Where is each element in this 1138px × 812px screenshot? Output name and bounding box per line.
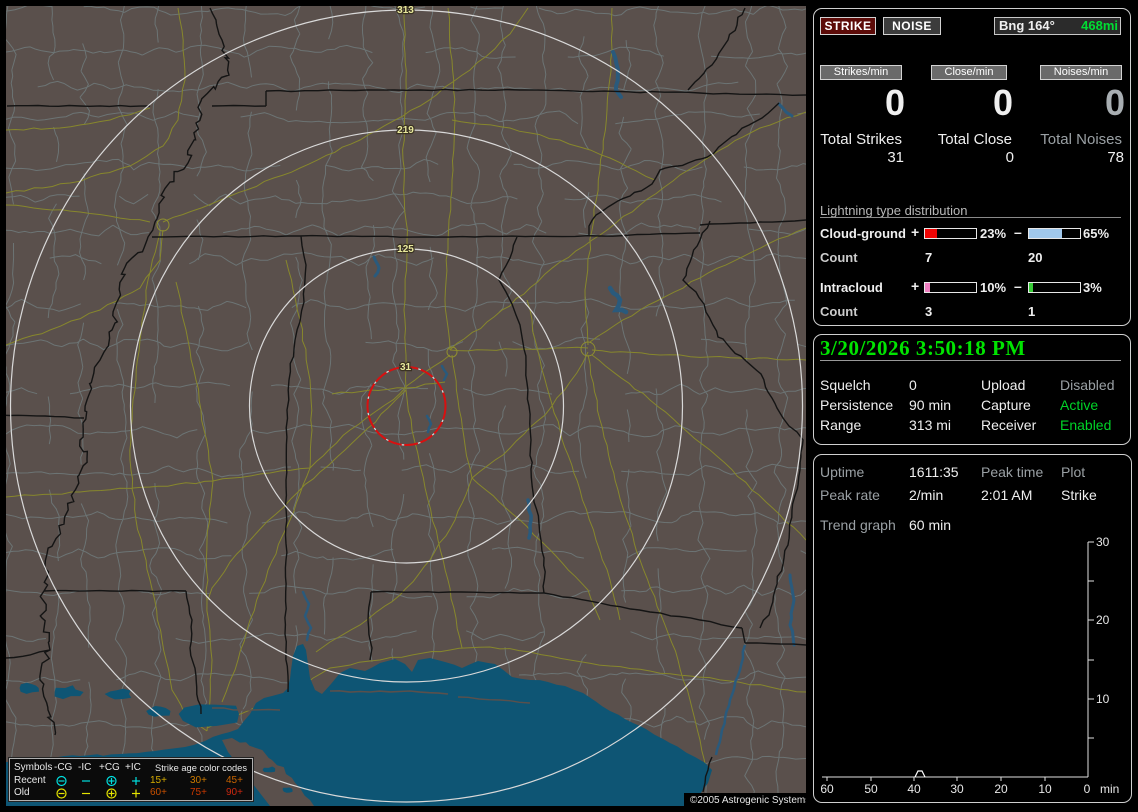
svg-text:20: 20 [1096, 613, 1110, 627]
svg-text:©2005 Astrogenic Systems: ©2005 Astrogenic Systems [690, 795, 806, 806]
svg-text:0: 0 [1084, 782, 1091, 796]
svg-text:40: 40 [907, 782, 921, 796]
svg-text:30: 30 [1096, 535, 1110, 549]
svg-text:313: 313 [397, 6, 414, 16]
svg-text:31: 31 [400, 362, 412, 373]
svg-text:219: 219 [397, 125, 414, 136]
svg-text:10: 10 [1096, 692, 1110, 706]
svg-text:125: 125 [397, 244, 414, 255]
svg-text:60: 60 [820, 782, 834, 796]
svg-text:50: 50 [864, 782, 878, 796]
svg-text:min: min [1100, 782, 1119, 796]
svg-text:20: 20 [994, 782, 1008, 796]
svg-text:30: 30 [950, 782, 964, 796]
svg-text:10: 10 [1038, 782, 1052, 796]
